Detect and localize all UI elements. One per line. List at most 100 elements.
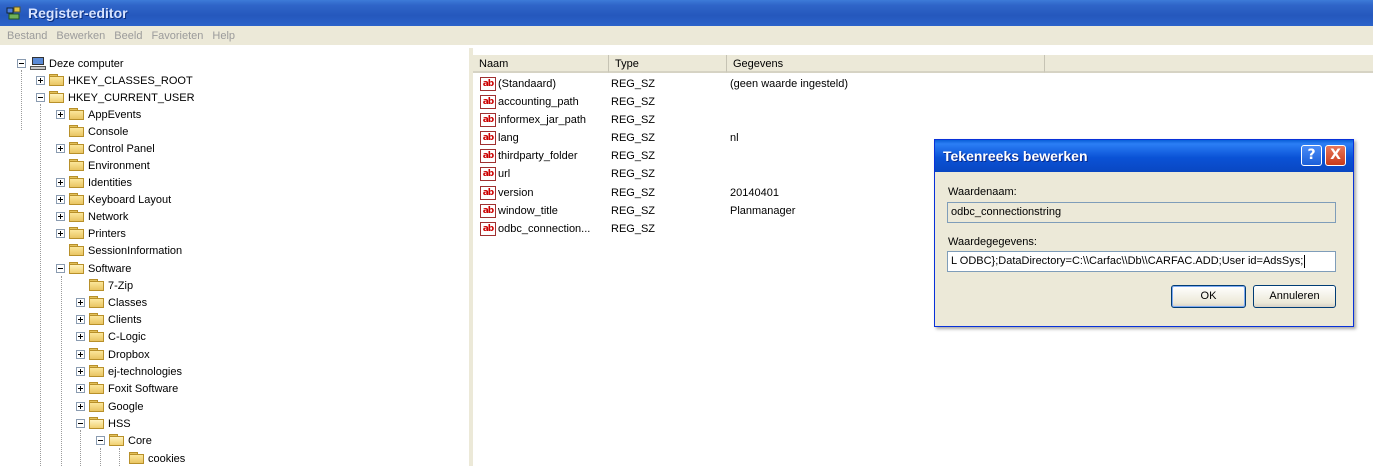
tree-node-label: cookies bbox=[148, 452, 186, 465]
expand-icon[interactable] bbox=[56, 144, 65, 153]
value-type: REG_SZ bbox=[611, 96, 656, 108]
tree-node-foxit-software[interactable]: Foxit Software bbox=[76, 380, 178, 397]
tree-line bbox=[21, 70, 22, 130]
list-row[interactable]: ab odbc_connection... REG_SZ bbox=[480, 220, 655, 238]
collapse-icon[interactable] bbox=[76, 419, 85, 428]
list-row[interactable]: ab informex_jar_path REG_SZ bbox=[480, 111, 655, 129]
value-data-label: Waardegegevens: bbox=[948, 236, 1037, 248]
tree-node-label: AppEvents bbox=[88, 108, 142, 121]
folder-icon bbox=[69, 108, 85, 121]
tree-node-core[interactable]: Core bbox=[96, 432, 152, 449]
column-header-type[interactable]: Type bbox=[609, 55, 727, 73]
tree-node-label: Environment bbox=[88, 159, 150, 172]
tree-node-classes[interactable]: Classes bbox=[76, 294, 147, 311]
expand-icon[interactable] bbox=[76, 350, 85, 359]
collapse-icon[interactable] bbox=[36, 93, 45, 102]
expand-icon[interactable] bbox=[76, 402, 85, 411]
list-row[interactable]: ab (Standaard) REG_SZ (geen waarde inges… bbox=[480, 75, 848, 93]
list-row[interactable]: ab thirdparty_folder REG_SZ bbox=[480, 147, 655, 165]
string-value-icon: ab bbox=[480, 113, 496, 127]
list-row[interactable]: ab lang REG_SZ nl bbox=[480, 129, 739, 147]
tree-node-network[interactable]: Network bbox=[56, 208, 128, 225]
list-header: Naam Type Gegevens bbox=[473, 55, 1373, 73]
folder-icon bbox=[69, 227, 85, 240]
tree-node-clients[interactable]: Clients bbox=[76, 311, 142, 328]
dialog-titlebar[interactable]: Tekenreeks bewerken ? X bbox=[935, 140, 1353, 172]
string-value-icon: ab bbox=[480, 186, 496, 200]
value-name-label: Waardenaam: bbox=[948, 186, 1017, 198]
expand-icon[interactable] bbox=[76, 298, 85, 307]
tree-node-console[interactable]: Console bbox=[56, 123, 128, 140]
column-header-empty bbox=[1045, 55, 1373, 73]
string-value-icon: ab bbox=[480, 95, 496, 109]
menu-help[interactable]: Help bbox=[212, 30, 235, 42]
value-data-text: L ODBC};DataDirectory=C:\\Carfac\\Db\\CA… bbox=[951, 255, 1304, 267]
tree-node-keyboard-layout[interactable]: Keyboard Layout bbox=[56, 191, 171, 208]
ok-button[interactable]: OK bbox=[1171, 285, 1246, 308]
list-row[interactable]: ab url REG_SZ bbox=[480, 165, 655, 183]
edit-string-dialog: Tekenreeks bewerken ? X Waardenaam: odbc… bbox=[934, 139, 1354, 327]
expand-icon[interactable] bbox=[56, 229, 65, 238]
menu-beeld[interactable]: Beeld bbox=[114, 30, 142, 42]
tree-node-7-zip[interactable]: 7-Zip bbox=[76, 277, 133, 294]
list-row[interactable]: ab accounting_path REG_SZ bbox=[480, 93, 655, 111]
folder-open-icon bbox=[89, 417, 105, 430]
cancel-button[interactable]: Annuleren bbox=[1253, 285, 1336, 308]
folder-icon bbox=[69, 142, 85, 155]
tree-node-label: Identities bbox=[88, 176, 133, 189]
expand-icon[interactable] bbox=[76, 332, 85, 341]
expand-icon[interactable] bbox=[56, 110, 65, 119]
menu-favorieten[interactable]: Favorieten bbox=[151, 30, 203, 42]
tree-node-sessioninformation[interactable]: SessionInformation bbox=[56, 242, 182, 259]
list-row[interactable]: ab version REG_SZ 20140401 bbox=[480, 184, 779, 202]
tree-node-hss[interactable]: HSS bbox=[76, 415, 131, 432]
folder-open-icon bbox=[49, 91, 65, 104]
column-header-naam[interactable]: Naam bbox=[473, 55, 609, 73]
collapse-icon[interactable] bbox=[17, 59, 26, 68]
tree-node-control-panel[interactable]: Control Panel bbox=[56, 140, 155, 157]
expand-icon[interactable] bbox=[56, 178, 65, 187]
window-titlebar[interactable]: Register-editor bbox=[0, 0, 1373, 26]
value-data: Planmanager bbox=[730, 205, 796, 217]
tree-node-deze-computer[interactable]: Deze computer bbox=[17, 55, 124, 72]
tree-node-appevents[interactable]: AppEvents bbox=[56, 106, 141, 123]
value-data-input[interactable]: L ODBC};DataDirectory=C:\\Carfac\\Db\\CA… bbox=[947, 251, 1336, 272]
value-name: lang bbox=[498, 132, 519, 144]
list-row[interactable]: ab window_title REG_SZ Planmanager bbox=[480, 202, 795, 220]
value-name: odbc_connection... bbox=[498, 223, 591, 235]
tree-line bbox=[40, 104, 41, 466]
tree-node-hkey-current-user[interactable]: HKEY_CURRENT_USER bbox=[36, 89, 195, 106]
string-value-icon: ab bbox=[480, 204, 496, 218]
expand-icon[interactable] bbox=[56, 212, 65, 221]
collapse-icon[interactable] bbox=[56, 264, 65, 273]
expand-icon[interactable] bbox=[76, 384, 85, 393]
collapse-icon[interactable] bbox=[96, 436, 105, 445]
expand-icon[interactable] bbox=[56, 195, 65, 204]
tree-node-hkey-classes-root[interactable]: HKEY_CLASSES_ROOT bbox=[36, 72, 193, 89]
tree-node-identities[interactable]: Identities bbox=[56, 174, 132, 191]
tree-node-ej-technologies[interactable]: ej-technologies bbox=[76, 363, 182, 380]
expand-icon[interactable] bbox=[76, 367, 85, 376]
tree-node-environment[interactable]: Environment bbox=[56, 157, 150, 174]
folder-icon bbox=[89, 279, 105, 292]
column-header-gegevens[interactable]: Gegevens bbox=[727, 55, 1045, 73]
menu-bestand[interactable]: Bestand bbox=[7, 30, 47, 42]
folder-icon bbox=[89, 330, 105, 343]
help-button[interactable]: ? bbox=[1301, 145, 1322, 166]
value-name: thirdparty_folder bbox=[498, 150, 578, 162]
tree-node-label: Keyboard Layout bbox=[88, 193, 172, 206]
tree-node-cookies[interactable]: cookies bbox=[116, 450, 185, 467]
tree-node-dropbox[interactable]: Dropbox bbox=[76, 346, 150, 363]
tree-node-google[interactable]: Google bbox=[76, 398, 143, 415]
folder-open-icon bbox=[69, 262, 85, 275]
close-button[interactable]: X bbox=[1325, 145, 1346, 166]
tree-node-software[interactable]: Software bbox=[56, 260, 131, 277]
tree-node-label: Core bbox=[128, 434, 152, 447]
menu-bewerken[interactable]: Bewerken bbox=[56, 30, 105, 42]
expand-icon[interactable] bbox=[76, 315, 85, 324]
tree-node-c-logic[interactable]: C-Logic bbox=[76, 328, 146, 345]
tree-node-printers[interactable]: Printers bbox=[56, 225, 126, 242]
string-value-icon: ab bbox=[480, 77, 496, 91]
value-data: (geen waarde ingesteld) bbox=[730, 78, 849, 90]
expand-icon[interactable] bbox=[36, 76, 45, 85]
